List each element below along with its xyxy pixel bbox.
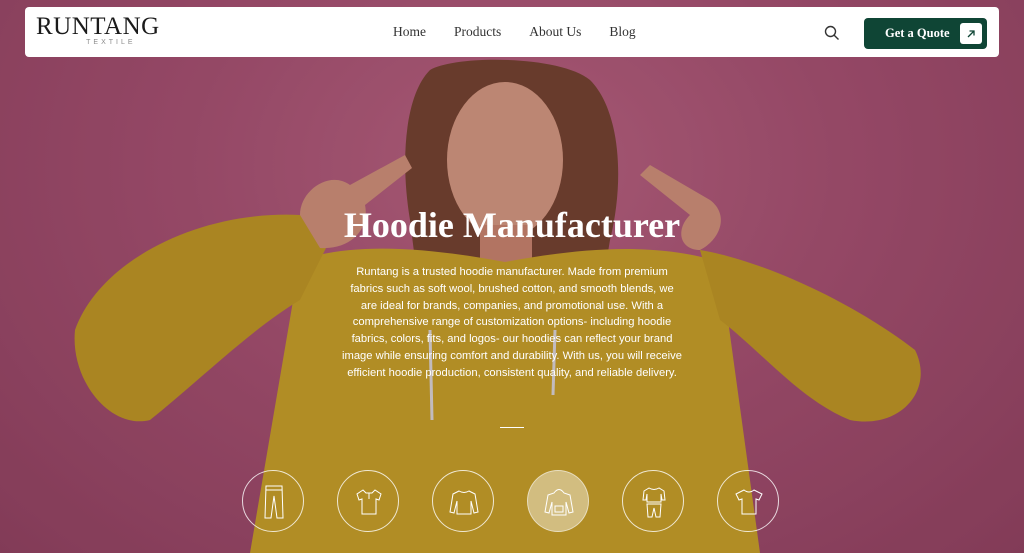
category-hoodie[interactable]	[527, 470, 589, 532]
category-sweatshirt[interactable]	[432, 470, 494, 532]
category-tracksuit[interactable]	[622, 470, 684, 532]
get-a-quote-button[interactable]: Get a Quote	[864, 18, 987, 49]
hero-title: Hoodie Manufacturer	[343, 205, 681, 245]
nav-link-about-us[interactable]: About Us	[529, 24, 581, 40]
nav-link-home[interactable]: Home	[393, 24, 426, 40]
hero-description: Runtang is a trusted hoodie manufacturer…	[342, 266, 682, 379]
sweatshirt-icon	[449, 490, 479, 515]
get-a-quote-label: Get a Quote	[885, 26, 950, 40]
arrow-up-right-icon	[960, 23, 982, 44]
t-shirt-icon	[735, 489, 763, 515]
polo-shirt-icon	[356, 489, 382, 515]
hero-divider	[500, 427, 524, 428]
category-leggings[interactable]	[242, 470, 304, 532]
brand-logo[interactable]: RUNTANG TEXTILE	[36, 13, 160, 46]
hoodie-icon	[544, 489, 574, 516]
leggings-icon	[264, 485, 284, 519]
nav-link-products[interactable]: Products	[454, 24, 501, 40]
category-t-shirt[interactable]	[717, 470, 779, 532]
category-polo-shirt[interactable]	[337, 470, 399, 532]
tracksuit-icon	[642, 487, 666, 518]
brand-name: RUNTANG	[36, 13, 160, 40]
search-icon[interactable]	[824, 25, 840, 41]
top-navbar: RUNTANG TEXTILE Home Products About Us B…	[25, 7, 999, 57]
brand-tagline: TEXTILE	[86, 39, 136, 46]
nav-link-blog[interactable]: Blog	[609, 24, 635, 40]
main-nav: Home Products About Us Blog	[393, 24, 636, 40]
